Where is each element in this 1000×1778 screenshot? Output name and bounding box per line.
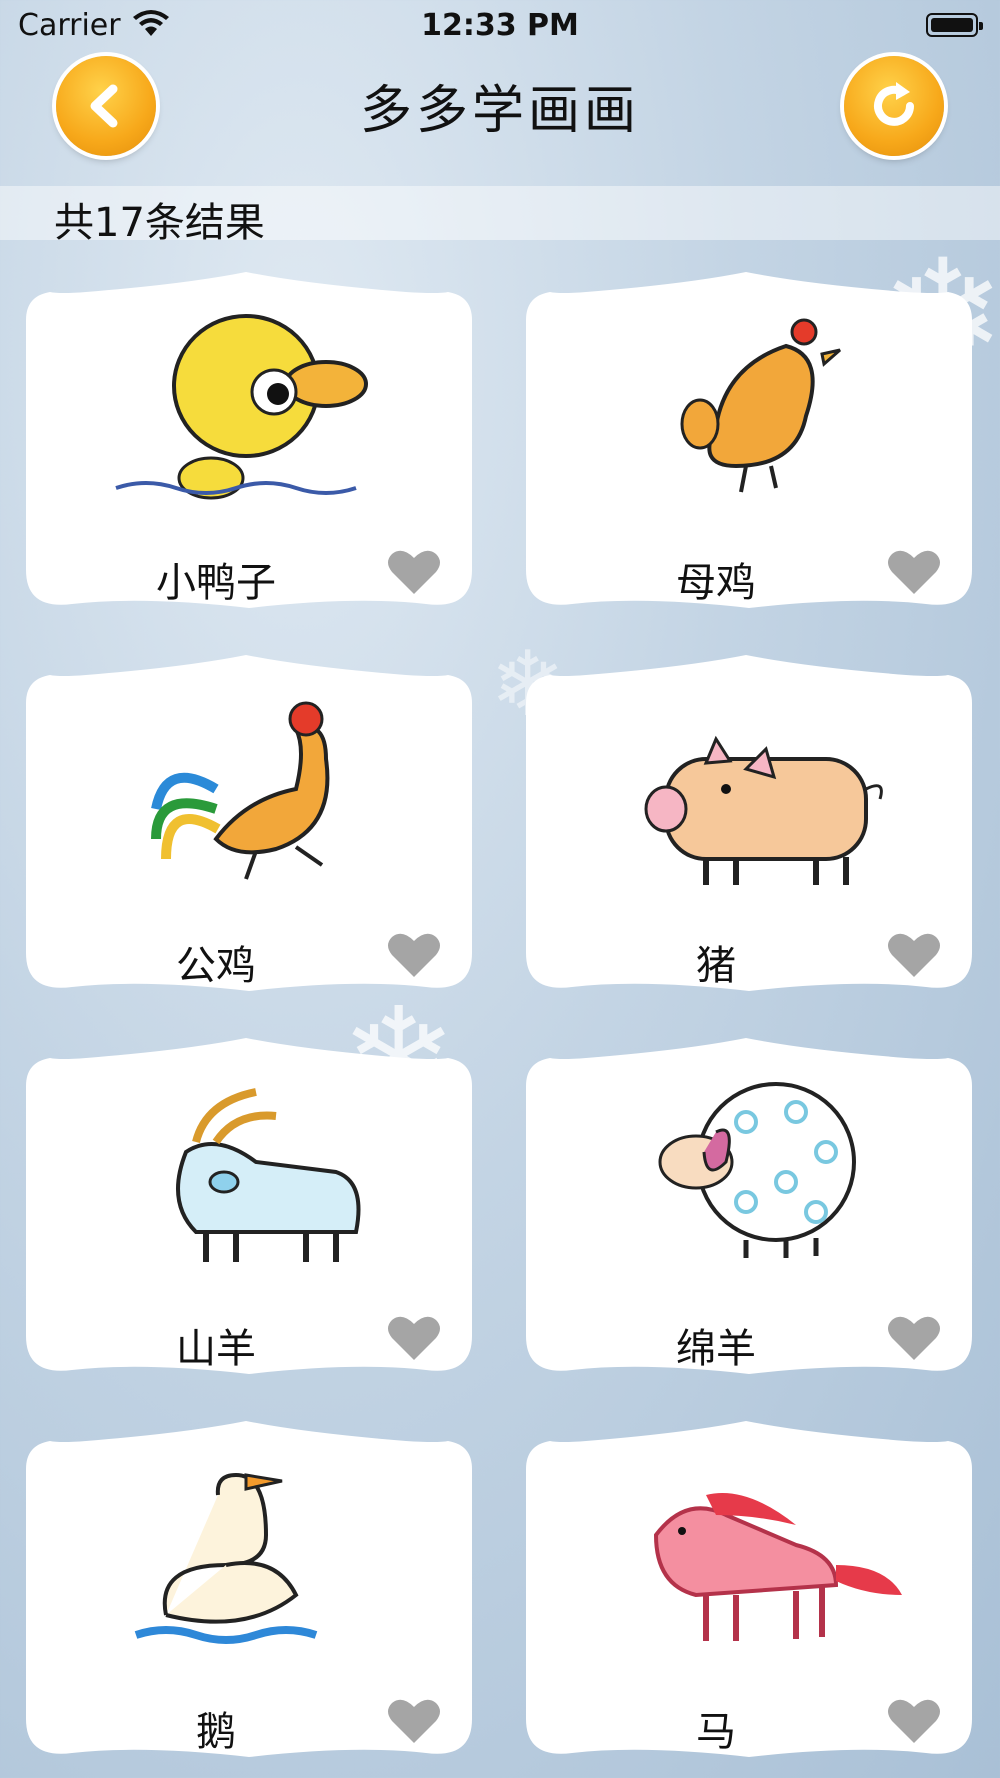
rooster-illustration [151,701,330,880]
heart-icon[interactable] [386,931,442,979]
hen-illustration [680,318,841,493]
card-label: 猪 [696,943,736,989]
duck-illustration [115,314,368,500]
heart-icon[interactable] [886,1697,942,1745]
heart-icon[interactable] [886,548,942,596]
card-label: 鹅 [196,1709,236,1755]
heart-icon[interactable] [386,1697,442,1745]
card-label: 马 [696,1709,736,1755]
status-bar: Carrier 12:33 PM [0,0,1000,50]
heart-icon[interactable] [886,1314,942,1362]
battery-icon [926,13,983,37]
drawing-card-rooster[interactable]: 公鸡 [26,653,472,993]
drawing-card-goose[interactable]: 鹅 [26,1419,472,1759]
card-label: 绵羊 [676,1326,756,1372]
drawing-card-duck[interactable]: 小鸭子 [26,270,472,610]
results-count: 共17条结果 [54,200,265,246]
heart-icon[interactable] [386,1314,442,1362]
refresh-button[interactable] [844,56,944,156]
sheep-illustration [658,1082,856,1258]
card-label: 山羊 [176,1326,256,1372]
results-bar: 共17条结果 [0,186,1000,246]
drawing-card-pig[interactable]: 猪 [526,653,972,993]
clock: 12:33 PM [421,8,579,43]
drawing-card-hen[interactable]: 母鸡 [526,270,972,610]
heart-icon[interactable] [386,548,442,596]
goose-illustration [134,1472,318,1644]
drawing-card-horse[interactable]: 马 [526,1419,972,1759]
drawing-card-goat[interactable]: 山羊 [26,1036,472,1376]
card-label: 母鸡 [676,560,756,606]
card-label: 小鸭子 [156,560,276,606]
goat-illustration [176,1088,361,1262]
heart-icon[interactable] [886,931,942,979]
drawing-card-sheep[interactable]: 绵羊 [526,1036,972,1376]
refresh-icon [874,82,914,126]
pig-illustration [644,735,883,885]
card-label: 公鸡 [176,943,256,989]
horse-illustration [653,1493,902,1641]
